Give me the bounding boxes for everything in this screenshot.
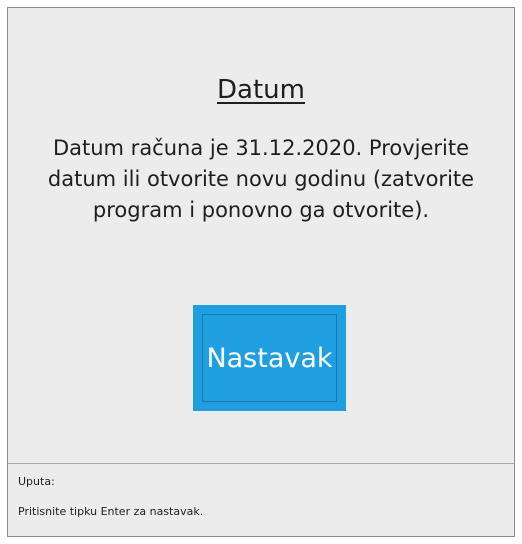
date-dialog: Datum Datum računa je 31.12.2020. Provje… [7,7,515,537]
dialog-main: Datum Datum računa je 31.12.2020. Provje… [8,8,514,463]
dialog-title: Datum [217,75,305,105]
continue-button[interactable]: Nastavak [193,305,346,411]
dialog-message: Datum računa je 31.12.2020. Provjerite d… [47,136,475,222]
footer-divider [8,463,514,464]
instructions-footer: Uputa: Pritisnite tipku Enter za nastava… [18,474,504,520]
instructions-label: Uputa: [18,475,55,488]
instructions-text: Pritisnite tipku Enter za nastavak. [18,505,204,518]
continue-button-label: Nastavak [202,314,337,402]
